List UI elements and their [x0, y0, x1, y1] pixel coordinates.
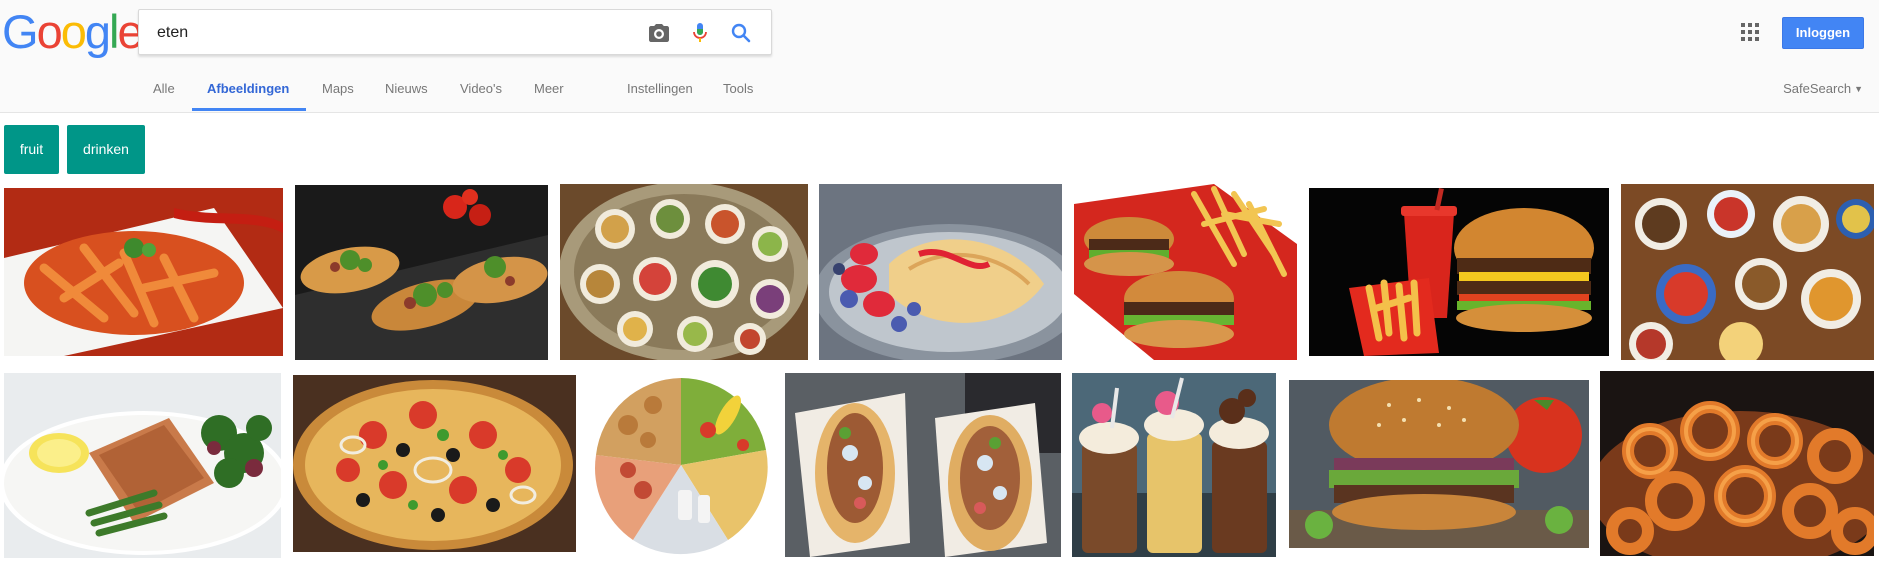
- logo-letter: G: [2, 5, 39, 58]
- image-result[interactable]: [588, 370, 775, 560]
- google-logo[interactable]: Google: [2, 5, 144, 58]
- tab-videos[interactable]: Video's: [460, 70, 502, 110]
- logo-letter: g: [84, 5, 111, 58]
- chip-fruit[interactable]: fruit: [4, 125, 59, 174]
- safesearch-label: SafeSearch: [1783, 81, 1852, 96]
- image-result[interactable]: [1072, 373, 1276, 557]
- image-result[interactable]: [293, 375, 576, 552]
- image-result[interactable]: [1621, 184, 1874, 360]
- microphone-icon[interactable]: [688, 21, 712, 45]
- tab-afbeeldingen[interactable]: Afbeeldingen: [207, 70, 289, 110]
- tab-nieuws[interactable]: Nieuws: [385, 70, 428, 110]
- image-result[interactable]: [1600, 371, 1874, 556]
- active-tab-indicator: [192, 108, 306, 111]
- image-result[interactable]: [1309, 188, 1609, 356]
- search-icon[interactable]: [729, 21, 753, 45]
- search-box: [138, 9, 772, 56]
- chip-drinken[interactable]: drinken: [67, 125, 145, 174]
- image-result[interactable]: [4, 373, 281, 558]
- tab-tools[interactable]: Tools: [723, 70, 753, 110]
- search-input[interactable]: [155, 10, 629, 56]
- safesearch-menu[interactable]: SafeSearch ▼: [1783, 70, 1863, 108]
- image-result[interactable]: [560, 184, 808, 360]
- image-result[interactable]: [785, 373, 1061, 557]
- image-result[interactable]: [1074, 184, 1297, 360]
- logo-letter: o: [36, 5, 63, 58]
- caret-down-icon: ▼: [1854, 84, 1863, 94]
- tab-instellingen[interactable]: Instellingen: [627, 70, 693, 110]
- image-result[interactable]: [1289, 380, 1589, 548]
- tab-meer[interactable]: Meer: [534, 70, 564, 110]
- header-bar: Google Inloggen Alle Afb: [0, 0, 1879, 113]
- search-tabs: Alle Afbeeldingen Maps Nieuws Video's Me…: [0, 70, 1879, 112]
- logo-letter: l: [108, 5, 120, 58]
- apps-grid-icon[interactable]: [1740, 22, 1760, 42]
- tab-maps[interactable]: Maps: [322, 70, 354, 110]
- tab-alle[interactable]: Alle: [153, 70, 175, 110]
- image-result[interactable]: [295, 185, 548, 360]
- logo-letter: o: [60, 5, 87, 58]
- image-result[interactable]: [4, 188, 283, 356]
- login-button[interactable]: Inloggen: [1782, 17, 1864, 49]
- image-result[interactable]: [819, 184, 1062, 360]
- camera-icon[interactable]: [647, 21, 671, 45]
